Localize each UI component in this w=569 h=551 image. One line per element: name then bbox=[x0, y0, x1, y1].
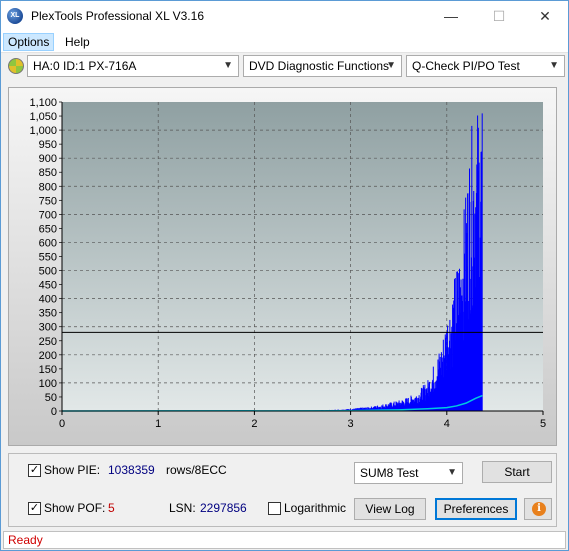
lsn-label: LSN: bbox=[169, 501, 196, 515]
x-tick-label: 3 bbox=[348, 418, 354, 430]
minimize-button[interactable]: — bbox=[428, 1, 474, 31]
chart-panel: 0 1 2 3 4 5 0 50 100 150 200 250 300 350 400 450 500 550 6… bbox=[8, 87, 557, 446]
lsn-value: 2297856 bbox=[200, 501, 247, 515]
y-tick-label: 650 bbox=[39, 223, 57, 235]
drive-select[interactable]: HA:0 ID:1 PX-716A ▼ bbox=[27, 55, 239, 77]
y-tick-label: 1,050 bbox=[29, 111, 57, 123]
status-bar: Ready bbox=[3, 531, 566, 549]
y-tick-label: 0 bbox=[51, 406, 57, 418]
info-button[interactable]: i bbox=[524, 498, 552, 520]
disc-icon bbox=[8, 58, 24, 74]
maximize-button[interactable]: ☐ bbox=[476, 1, 522, 31]
pie-value: 1038359 bbox=[108, 463, 155, 477]
y-tick-label: 800 bbox=[39, 181, 57, 193]
preferences-button[interactable]: Preferences bbox=[435, 498, 517, 520]
y-tick-label: 750 bbox=[39, 195, 57, 207]
main-window: XL PlexTools Professional XL V3.16 — ☐ ✕… bbox=[0, 0, 569, 551]
close-button[interactable]: ✕ bbox=[522, 1, 568, 31]
sum-test-select[interactable]: SUM8 Test ▼ bbox=[354, 462, 463, 484]
logarithmic-label: Logarithmic bbox=[284, 501, 347, 515]
start-button[interactable]: Start bbox=[482, 461, 552, 483]
title-bar[interactable]: XL PlexTools Professional XL V3.16 — ☐ ✕ bbox=[1, 1, 568, 31]
chevron-down-icon: ▼ bbox=[447, 467, 457, 478]
show-pof-checkbox[interactable]: ✓ bbox=[28, 502, 41, 515]
y-tick-label: 950 bbox=[39, 139, 57, 151]
y-tick-label: 500 bbox=[39, 266, 57, 278]
menu-options[interactable]: Options bbox=[3, 33, 55, 51]
app-icon: XL bbox=[7, 8, 23, 24]
y-tick-label: 700 bbox=[39, 209, 57, 221]
pi-po-chart: 0 1 2 3 4 50501001502002503003504004505005506… bbox=[29, 97, 546, 430]
y-tick-label: 1,100 bbox=[29, 97, 57, 109]
drive-select-value: HA:0 ID:1 PX-716A bbox=[33, 59, 137, 73]
controls-panel: ✓ Show PIE: 1038359 rows/8ECC SUM8 Test … bbox=[8, 453, 557, 527]
x-tick-label: 0 bbox=[59, 418, 65, 430]
test-select-value: Q-Check PI/PO Test bbox=[412, 59, 520, 73]
y-tick-label: 300 bbox=[39, 322, 57, 334]
function-select[interactable]: DVD Diagnostic Functions ▼ bbox=[243, 55, 402, 77]
y-tick-label: 350 bbox=[39, 308, 57, 320]
view-log-button[interactable]: View Log bbox=[354, 498, 426, 520]
x-tick-label: 1 bbox=[155, 418, 161, 430]
chevron-down-icon: ▼ bbox=[386, 60, 396, 71]
show-pie-checkbox[interactable]: ✓ bbox=[28, 464, 41, 477]
toolbar: HA:0 ID:1 PX-716A ▼ DVD Diagnostic Funct… bbox=[1, 54, 568, 80]
logarithmic-checkbox[interactable] bbox=[268, 502, 281, 515]
y-tick-label: 50 bbox=[45, 392, 57, 404]
window-title: PlexTools Professional XL V3.16 bbox=[31, 9, 204, 23]
y-tick-label: 1,000 bbox=[29, 125, 57, 137]
x-tick-label: 4 bbox=[444, 418, 450, 430]
function-select-value: DVD Diagnostic Functions bbox=[249, 59, 390, 73]
y-tick-label: 900 bbox=[39, 153, 57, 165]
y-tick-label: 150 bbox=[39, 364, 57, 376]
y-tick-label: 850 bbox=[39, 167, 57, 179]
chevron-down-icon: ▼ bbox=[549, 60, 559, 71]
y-tick-label: 200 bbox=[39, 350, 57, 362]
y-tick-label: 550 bbox=[39, 252, 57, 264]
y-tick-label: 100 bbox=[39, 378, 57, 390]
pof-value: 5 bbox=[108, 501, 115, 515]
y-tick-label: 250 bbox=[39, 336, 57, 348]
chevron-down-icon: ▼ bbox=[223, 60, 233, 71]
x-tick-label: 5 bbox=[540, 418, 546, 430]
y-tick-label: 400 bbox=[39, 294, 57, 306]
menu-bar: Options Help bbox=[1, 31, 568, 53]
sum-test-value: SUM8 Test bbox=[360, 466, 419, 480]
x-tick-label: 2 bbox=[251, 418, 257, 430]
show-pof-label: Show POF: bbox=[44, 501, 106, 515]
info-icon: i bbox=[532, 502, 546, 516]
test-select[interactable]: Q-Check PI/PO Test ▼ bbox=[406, 55, 565, 77]
pie-unit: rows/8ECC bbox=[166, 463, 227, 477]
show-pie-label: Show PIE: bbox=[44, 463, 101, 477]
y-tick-label: 450 bbox=[39, 280, 57, 292]
status-text: Ready bbox=[8, 533, 43, 547]
y-tick-label: 600 bbox=[39, 237, 57, 249]
menu-help[interactable]: Help bbox=[61, 33, 94, 51]
